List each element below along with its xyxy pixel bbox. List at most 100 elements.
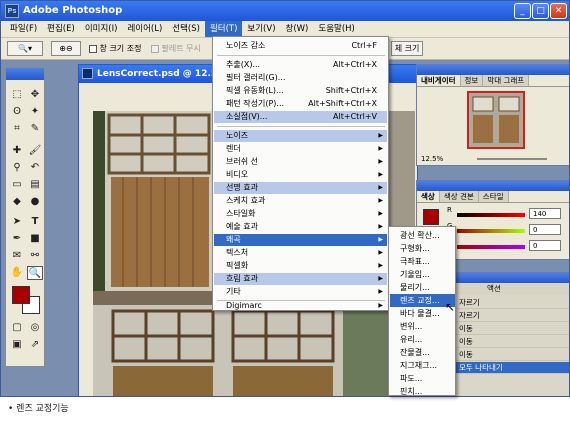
checkbox-icon[interactable] xyxy=(89,44,97,53)
submenu-item[interactable]: 기울임... xyxy=(390,268,455,281)
menu-filter[interactable]: 필터(T) xyxy=(204,21,243,37)
submenu-arrow-icon: ▶ xyxy=(378,132,383,139)
maximize-button[interactable]: □ xyxy=(532,3,549,19)
submenu-item[interactable]: 구형화... xyxy=(390,242,455,255)
path-select-icon[interactable]: ➤ xyxy=(9,215,25,229)
g-slider[interactable] xyxy=(457,229,525,233)
hand-tool-icon[interactable]: ✋ xyxy=(9,266,25,280)
history-brush-icon[interactable]: ↶ xyxy=(27,161,43,175)
quick-mask-icon[interactable]: ◎ xyxy=(27,321,43,335)
zoom-slider[interactable] xyxy=(477,158,547,160)
shape-tool-icon[interactable]: ■ xyxy=(27,232,43,246)
lasso-tool-icon[interactable]: ʘ xyxy=(9,105,25,119)
filter-item-gallery[interactable]: 필터 갤러리(G)... xyxy=(214,72,387,84)
navigator-zoom[interactable]: 12.5% xyxy=(421,155,443,163)
dodge-tool-icon[interactable]: ● xyxy=(27,195,43,209)
notes-tool-icon[interactable]: ✉ xyxy=(9,249,25,263)
foreground-color-swatch[interactable] xyxy=(12,286,30,304)
type-tool-icon[interactable]: T xyxy=(27,215,43,229)
minimize-button[interactable]: _ xyxy=(514,3,531,19)
magic-wand-icon[interactable]: ✦ xyxy=(27,105,43,119)
filter-item-other[interactable]: 기타 ▶ xyxy=(214,286,387,298)
b-slider[interactable] xyxy=(457,245,525,249)
filter-item-last-filter[interactable]: 노이즈 감소 Ctrl+F xyxy=(214,40,387,52)
menu-help[interactable]: 도움말(H) xyxy=(313,21,359,37)
tab-info[interactable]: 정보 xyxy=(460,75,484,86)
filter-item-pixelate[interactable]: 픽셀화 ▶ xyxy=(214,260,387,272)
filter-item-vanishing-point[interactable]: 소실점(V)... Alt+Ctrl+V xyxy=(214,111,387,123)
menu-item-label: 선명 효과 xyxy=(226,183,258,192)
menu-edit[interactable]: 편집(E) xyxy=(42,21,80,37)
submenu-item[interactable]: 광선 확산... xyxy=(390,229,455,242)
fit-screen-button[interactable]: 체 크기 xyxy=(391,41,423,56)
filter-item-video[interactable]: 비디오 ▶ xyxy=(214,169,387,181)
menu-layer[interactable]: 레이어(L) xyxy=(122,21,167,37)
brush-tool-icon[interactable]: 🖌 xyxy=(27,144,43,158)
zoom-in-out-buttons[interactable]: ⊕⊖ xyxy=(51,41,81,56)
close-button[interactable]: ✕ xyxy=(550,3,567,19)
tab-histogram[interactable]: 막대 그래프 xyxy=(483,75,530,86)
tab-navigator[interactable]: 내비게이터 xyxy=(417,75,461,86)
filter-item-distort[interactable]: 왜곡 ▶ xyxy=(214,234,387,246)
filter-item-brush-strokes[interactable]: 브러쉬 선 ▶ xyxy=(214,156,387,168)
submenu-item[interactable]: 지그재그... xyxy=(390,359,455,372)
gradient-tool-icon[interactable]: ▤ xyxy=(27,178,43,192)
eyedropper-icon[interactable]: ⚯ xyxy=(27,249,43,263)
submenu-item[interactable]: 핀치... xyxy=(390,385,455,396)
fit-window-option[interactable]: 창 크기 조정 xyxy=(89,43,141,54)
ignore-palettes-option[interactable]: 팔레트 무시 xyxy=(151,43,201,54)
g-value[interactable]: 0 xyxy=(529,224,561,235)
filter-item-pattern-maker[interactable]: 패턴 작성기(P)... Alt+Shift+Ctrl+X xyxy=(214,98,387,110)
move-tool-icon[interactable]: ✥ xyxy=(27,88,43,102)
zoom-tool-icon[interactable]: 🔍 xyxy=(27,266,43,280)
zoom-tool-preset[interactable]: 🔍▾ xyxy=(7,41,43,56)
submenu-arrow-icon: ▶ xyxy=(378,288,383,295)
filter-item-artistic[interactable]: 예술 효과 ▶ xyxy=(214,221,387,233)
pen-tool-icon[interactable]: ✒ xyxy=(9,232,25,246)
tab-swatches[interactable]: 색상 견본 xyxy=(439,191,479,202)
submenu-item[interactable]: 파도... xyxy=(390,372,455,385)
panel-title-bar xyxy=(417,181,569,191)
filter-item-digimarc[interactable]: Digimarc ▶ xyxy=(214,300,387,312)
menu-item-label: 브러쉬 선 xyxy=(226,157,258,166)
menu-image[interactable]: 이미지(I) xyxy=(80,21,123,37)
jump-to-imageready-icon[interactable]: ⇗ xyxy=(27,338,43,352)
filter-item-texture[interactable]: 텍스처 ▶ xyxy=(214,247,387,259)
menu-view[interactable]: 보기(V) xyxy=(242,21,280,37)
standard-mode-icon[interactable]: ▢ xyxy=(9,321,25,335)
r-value[interactable]: 140 xyxy=(529,208,561,219)
tab-color[interactable]: 색상 xyxy=(417,191,440,202)
submenu-item[interactable]: 변위... xyxy=(390,320,455,333)
filter-item-sketch[interactable]: 스케치 효과 ▶ xyxy=(214,195,387,207)
eraser-tool-icon[interactable]: ▭ xyxy=(9,178,25,192)
blur-tool-icon[interactable]: ◆ xyxy=(9,195,25,209)
filter-item-sharpen[interactable]: 선명 효과 ▶ xyxy=(214,182,387,194)
filter-item-extract[interactable]: 추출(X)... Alt+Ctrl+X xyxy=(214,59,387,71)
menu-item-label: 픽셀화 xyxy=(226,261,249,270)
screen-mode-icon[interactable]: ▣ xyxy=(9,338,25,352)
submenu-item[interactable]: 물리기... xyxy=(390,281,455,294)
menu-item-label: 노이즈 감소 xyxy=(226,41,266,50)
tab-styles[interactable]: 스타일 xyxy=(478,191,509,202)
checkbox-icon[interactable] xyxy=(151,44,159,53)
marquee-tool-icon[interactable]: ⬚ xyxy=(9,88,25,102)
menu-file[interactable]: 파일(F) xyxy=(5,21,42,37)
healing-brush-icon[interactable]: ✚ xyxy=(9,144,25,158)
slice-tool-icon[interactable]: ✎ xyxy=(27,122,43,136)
crop-tool-icon[interactable]: ⌗ xyxy=(9,122,25,136)
color-foreground-swatch[interactable] xyxy=(423,209,439,225)
filter-item-blur[interactable]: 흐림 효과 ▶ xyxy=(214,273,387,285)
b-value[interactable]: 0 xyxy=(529,240,561,251)
filter-item-render[interactable]: 렌더 ▶ xyxy=(214,143,387,155)
submenu-item[interactable]: 극좌표... xyxy=(390,255,455,268)
menu-window[interactable]: 창(W) xyxy=(281,21,314,37)
filter-item-stylize[interactable]: 스타일화 ▶ xyxy=(214,208,387,220)
filter-item-noise[interactable]: 노이즈 ▶ xyxy=(214,130,387,142)
stamp-tool-icon[interactable]: ⚲ xyxy=(9,161,25,175)
filter-item-liquify[interactable]: 픽셀 유동화(L)... Shift+Ctrl+X xyxy=(214,85,387,97)
r-slider[interactable] xyxy=(457,213,525,217)
navigator-thumbnail[interactable] xyxy=(467,91,525,149)
submenu-item[interactable]: 유리... xyxy=(390,333,455,346)
menu-select[interactable]: 선택(S) xyxy=(167,21,205,37)
submenu-item[interactable]: 잔물결... xyxy=(390,346,455,359)
